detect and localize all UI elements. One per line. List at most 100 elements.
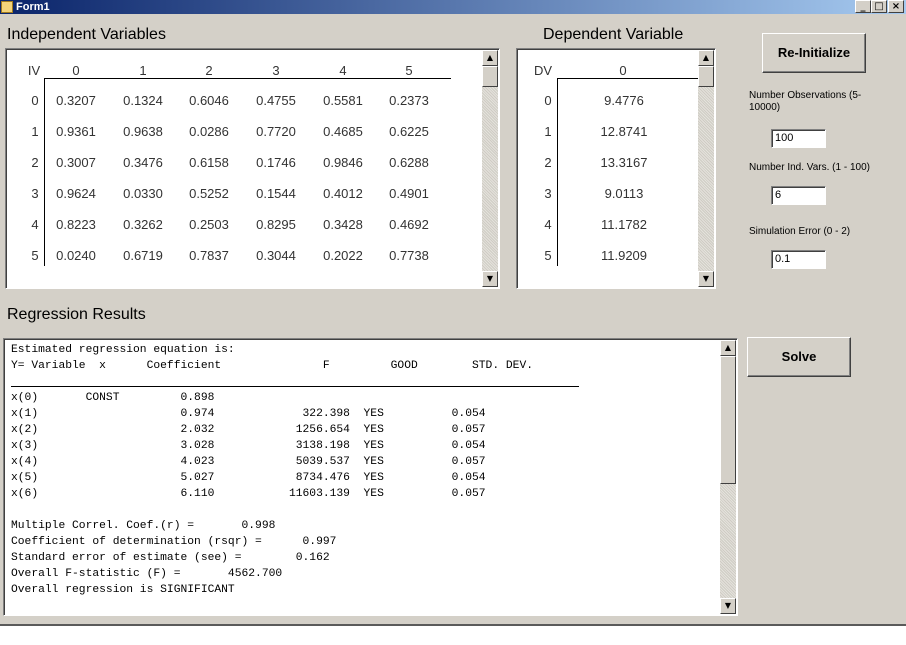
maximize-button[interactable]: □ [871, 0, 887, 13]
iv-cell[interactable]: 0.9638 [111, 124, 175, 139]
solve-button[interactable]: Solve [747, 337, 851, 377]
iv-column-header: 4 [339, 63, 347, 78]
iv-cell[interactable]: 0.3428 [311, 217, 375, 232]
num-observations-input[interactable]: 100 [771, 129, 826, 148]
iv-cell[interactable]: 0.7837 [177, 248, 241, 263]
iv-scroll-thumb[interactable] [482, 66, 498, 87]
iv-cell[interactable]: 0.9624 [44, 186, 108, 201]
num-observations-label: Number Observations (5-10000) [749, 90, 862, 113]
iv-cell[interactable]: 0.5252 [177, 186, 241, 201]
dv-cell[interactable]: 11.9209 [587, 248, 661, 263]
dv-corner-label: DV [533, 63, 553, 78]
iv-column-header: 1 [139, 63, 147, 78]
results-line: Coefficient of determination (rsqr) = 0.… [11, 536, 337, 548]
results-scrollbar[interactable]: ▲ ▼ [720, 340, 736, 614]
iv-scrollbar[interactable]: ▲ ▼ [482, 50, 498, 287]
dv-cell[interactable]: 12.8741 [587, 124, 661, 139]
iv-cell[interactable]: 0.2373 [377, 93, 441, 108]
results-line: x(4) 4.023 5039.537 YES 0.057 [11, 456, 486, 468]
iv-cell[interactable]: 0.4012 [311, 186, 375, 201]
regression-results-text: Estimated regression equation is: Y= Vari… [11, 342, 723, 598]
iv-row-label: 4 [31, 217, 39, 232]
results-line: Standard error of estimate (see) = 0.162 [11, 552, 330, 564]
results-line: Estimated regression equation is: [11, 344, 235, 356]
dv-rowlabel-rule [557, 78, 558, 266]
iv-cell[interactable]: 0.8295 [244, 217, 308, 232]
dependent-variable-label: Dependent Variable [543, 26, 684, 43]
regression-results-textbox[interactable]: Estimated regression equation is: Y= Vari… [3, 338, 738, 616]
iv-cell[interactable]: 0.6288 [377, 155, 441, 170]
results-line [11, 502, 723, 518]
results-line [11, 374, 723, 390]
iv-cell[interactable]: 0.7720 [244, 124, 308, 139]
iv-cell[interactable]: 0.3007 [44, 155, 108, 170]
dependent-variable-grid[interactable]: DV 0 0 1 2 3 4 5 9.4776 12.8741 13.3167 9.0113 11.… [516, 48, 716, 289]
dv-scroll-up-button[interactable]: ▲ [698, 50, 714, 66]
iv-cell[interactable]: 0.0330 [111, 186, 175, 201]
dv-cell[interactable]: 13.3167 [587, 155, 661, 170]
results-line: Multiple Correl. Coef.(r) = 0.998 [11, 520, 276, 532]
results-scroll-thumb[interactable] [720, 356, 736, 484]
dv-column-header: 0 [619, 63, 627, 78]
simulation-error-input[interactable]: 0.1 [771, 250, 826, 269]
iv-cell[interactable]: 0.3262 [111, 217, 175, 232]
iv-cell[interactable]: 0.5581 [311, 93, 375, 108]
num-ind-vars-input[interactable]: 6 [771, 186, 826, 205]
minimize-button[interactable]: _ [855, 0, 871, 13]
reinitialize-button[interactable]: Re-Initialize [762, 33, 866, 73]
iv-scroll-down-button[interactable]: ▼ [482, 271, 498, 287]
results-scroll-down-button[interactable]: ▼ [720, 598, 736, 614]
results-line: x(3) 3.028 3138.198 YES 0.054 [11, 440, 486, 452]
iv-cell[interactable]: 0.1544 [244, 186, 308, 201]
dv-cell[interactable]: 11.1782 [587, 217, 661, 232]
iv-cell[interactable]: 0.9846 [311, 155, 375, 170]
dv-scroll-down-button[interactable]: ▼ [698, 271, 714, 287]
iv-scroll-up-button[interactable]: ▲ [482, 50, 498, 66]
iv-cell[interactable]: 0.4755 [244, 93, 308, 108]
form-window: Form1 _ □ × Independent Variables Depend… [0, 0, 906, 626]
iv-column-header: 0 [72, 63, 80, 78]
iv-cell[interactable]: 0.6719 [111, 248, 175, 263]
iv-row-label: 3 [31, 186, 39, 201]
dv-cell[interactable]: 9.4776 [587, 93, 661, 108]
iv-row-label: 2 [31, 155, 39, 170]
iv-cell[interactable]: 0.9361 [44, 124, 108, 139]
iv-cell[interactable]: 0.4901 [377, 186, 441, 201]
iv-cell[interactable]: 0.1324 [111, 93, 175, 108]
iv-row-label: 5 [31, 248, 39, 263]
dv-row-label: 5 [544, 248, 552, 263]
iv-cell[interactable]: 0.2022 [311, 248, 375, 263]
dv-row-label: 4 [544, 217, 552, 232]
iv-cell[interactable]: 0.3044 [244, 248, 308, 263]
iv-cell[interactable]: 0.6158 [177, 155, 241, 170]
iv-cell[interactable]: 0.3207 [44, 93, 108, 108]
iv-cell[interactable]: 0.4685 [311, 124, 375, 139]
iv-cell[interactable]: 0.8223 [44, 217, 108, 232]
iv-cell[interactable]: 0.0286 [177, 124, 241, 139]
independent-variables-label: Independent Variables [7, 26, 166, 43]
iv-header-rule [44, 78, 451, 79]
iv-cell[interactable]: 0.6046 [177, 93, 241, 108]
iv-cell[interactable]: 0.1746 [244, 155, 308, 170]
app-icon [1, 1, 13, 13]
regression-results-label: Regression Results [7, 306, 146, 323]
close-button[interactable]: × [888, 0, 904, 13]
iv-cell[interactable]: 0.2503 [177, 217, 241, 232]
title-bar[interactable]: Form1 _ □ × [0, 0, 906, 14]
iv-cell[interactable]: 0.4692 [377, 217, 441, 232]
results-line: x(0) CONST 0.898 [11, 392, 215, 404]
simulation-error-label: Simulation Error (0 - 2) [749, 226, 851, 237]
dv-row-label: 3 [544, 186, 552, 201]
dv-scrollbar[interactable]: ▲ ▼ [698, 50, 714, 287]
iv-cell[interactable]: 0.6225 [377, 124, 441, 139]
dv-cell[interactable]: 9.0113 [587, 186, 661, 201]
num-ind-vars-label: Number Ind. Vars. (1 - 100) [749, 162, 870, 173]
iv-corner-label: IV [27, 63, 41, 78]
iv-cell[interactable]: 0.7738 [377, 248, 441, 263]
iv-column-header: 5 [405, 63, 413, 78]
iv-cell[interactable]: 0.3476 [111, 155, 175, 170]
results-scroll-up-button[interactable]: ▲ [720, 340, 736, 356]
iv-cell[interactable]: 0.0240 [44, 248, 108, 263]
independent-variables-grid[interactable]: IV 0 1 2 3 4 5 0 1 2 3 4 5 0.3207 0.1324 0.6046 0.4755 0… [5, 48, 500, 289]
dv-scroll-thumb[interactable] [698, 66, 714, 87]
